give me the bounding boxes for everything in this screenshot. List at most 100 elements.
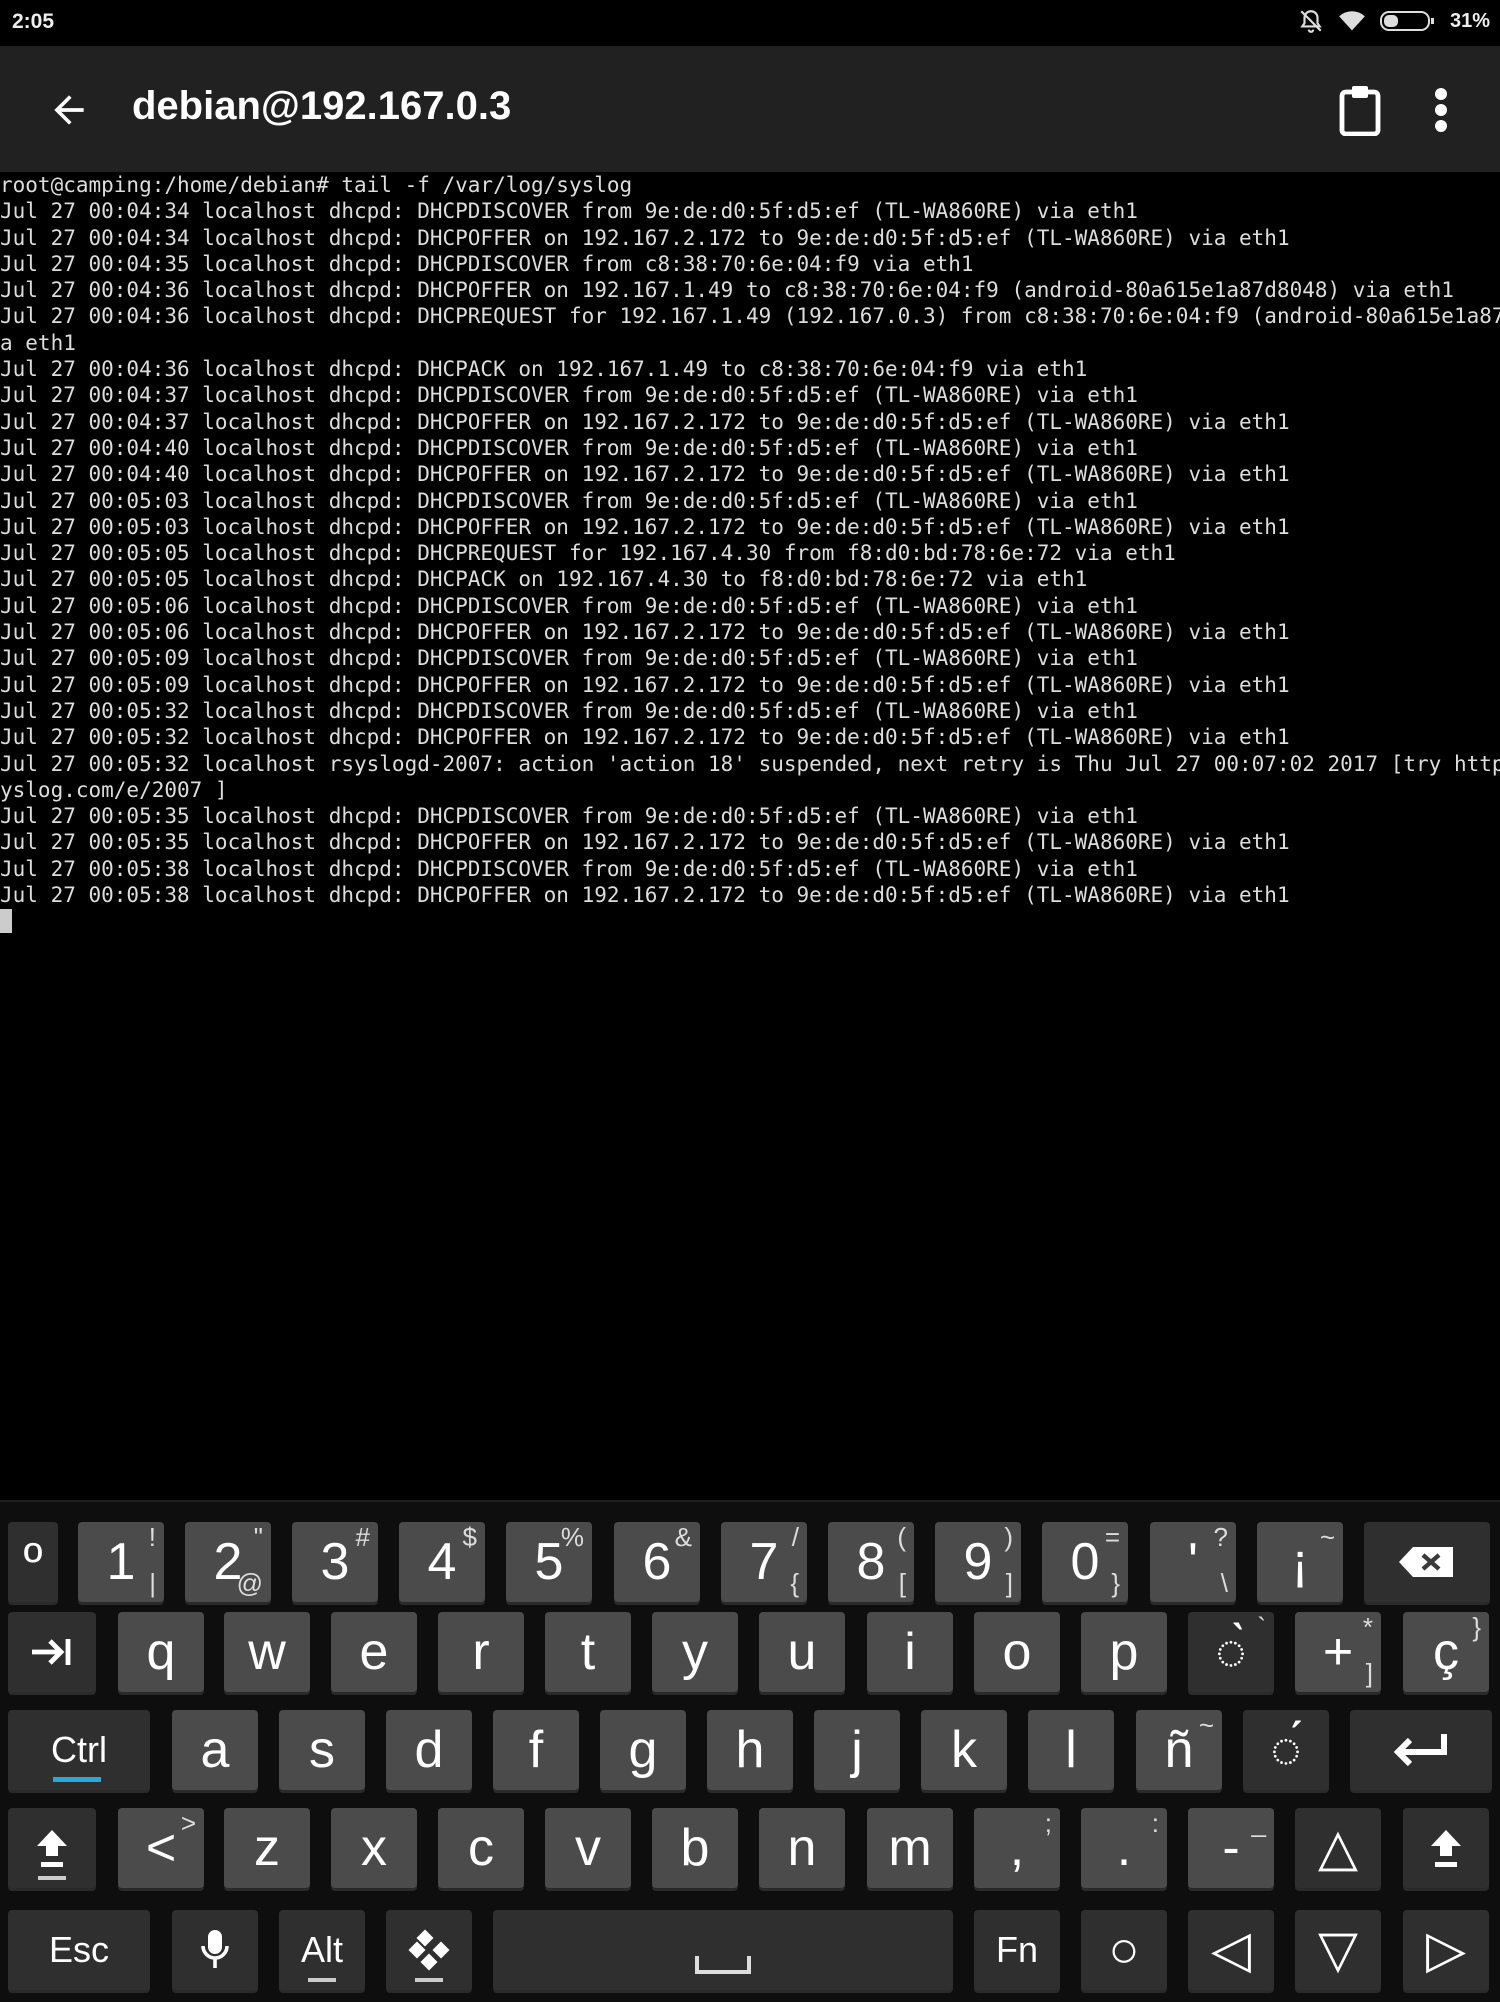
ctrl-indicator <box>53 1777 101 1782</box>
esc-key[interactable]: Esc <box>8 1910 150 1990</box>
key-5[interactable]: 5% <box>506 1522 592 1602</box>
arrow-up-key[interactable]: △ <box>1295 1808 1381 1888</box>
on-screen-keyboard: º 1! | 2 " @3 #4 $5% 6 & 7/{8([9)] 0 =} '? \ ¡ ~ q w e r t y u i… <box>0 1500 1500 2002</box>
key-o[interactable]: o <box>974 1612 1060 1692</box>
key-p[interactable]: p <box>1081 1612 1167 1692</box>
terminal-line: Jul 27 00:05:32 localhost dhcpd: DHCPDIS… <box>0 698 1138 723</box>
key-k[interactable]: k <box>921 1710 1007 1790</box>
key-e[interactable]: e <box>331 1612 417 1692</box>
key-label: ¡ <box>1291 1533 1309 1591</box>
key-label: k <box>951 1721 977 1779</box>
key-v[interactable]: v <box>545 1808 631 1888</box>
key-n-tilde[interactable]: ñ ~ <box>1136 1710 1222 1790</box>
key-9[interactable]: 9)] <box>935 1522 1021 1602</box>
backspace-key[interactable] <box>1364 1522 1490 1602</box>
key-c-cedilla[interactable]: ç} <box>1403 1612 1489 1692</box>
key-a[interactable]: a <box>172 1710 258 1790</box>
enter-key[interactable] <box>1350 1710 1492 1790</box>
key-0[interactable]: 0 =} <box>1042 1522 1128 1602</box>
key-u[interactable]: u <box>759 1612 845 1692</box>
key-3[interactable]: 3 # <box>292 1522 378 1602</box>
alt-key[interactable]: Alt <box>279 1910 365 1990</box>
arrow-down-key[interactable]: ▽ <box>1295 1910 1381 1990</box>
terminal-line: Jul 27 00:05:03 localhost dhcpd: DHCPDIS… <box>0 488 1138 513</box>
key-alt2-label: ] <box>1365 1658 1373 1688</box>
key-period[interactable]: .: <box>1081 1808 1167 1888</box>
key-alt-label: = <box>1104 1522 1120 1552</box>
key-alt-label: } <box>1472 1612 1481 1642</box>
ctrl-key[interactable]: Ctrl <box>8 1710 150 1790</box>
key-acute-accent[interactable]: ◌́ <box>1243 1710 1329 1790</box>
battery-icon <box>1379 11 1434 31</box>
key-6[interactable]: 6 & <box>614 1522 700 1602</box>
key-label: + <box>1322 1623 1354 1681</box>
terminal-output[interactable]: root@camping:/home/debian# tail -f /var/… <box>0 172 1500 1500</box>
terminal-line: Jul 27 00:05:35 localhost dhcpd: DHCPDIS… <box>0 804 1138 829</box>
key-b[interactable]: b <box>652 1808 738 1888</box>
key-inverted-exclamation[interactable]: ¡ ~ <box>1257 1522 1343 1602</box>
key-alt-label: ! <box>148 1522 156 1552</box>
clipboard-button[interactable] <box>1338 84 1382 137</box>
key-label: w <box>248 1623 286 1681</box>
key-f[interactable]: f <box>493 1710 579 1790</box>
key-w[interactable]: w <box>224 1612 310 1692</box>
shift-left-key[interactable] <box>8 1808 96 1888</box>
status-icons: 31% <box>1298 8 1490 34</box>
key-z[interactable]: z <box>224 1808 310 1888</box>
key-alt-label: ( <box>897 1522 906 1552</box>
terminal-line: Jul 27 00:04:37 localhost dhcpd: DHCPDIS… <box>0 383 1138 408</box>
key-plus[interactable]: + *] <box>1295 1612 1381 1692</box>
overflow-menu-button[interactable] <box>1430 86 1452 134</box>
tab-key[interactable] <box>8 1612 96 1692</box>
key-label: v <box>575 1819 601 1877</box>
arrow-left-key[interactable]: ◁ <box>1188 1910 1274 1990</box>
key-x[interactable]: x <box>331 1808 417 1888</box>
key-h[interactable]: h <box>707 1710 793 1790</box>
key-label: ▷ <box>1426 1921 1466 1979</box>
space-key[interactable] <box>493 1910 953 1990</box>
terminal-line: Jul 27 00:05:38 localhost dhcpd: DHCPDIS… <box>0 856 1138 881</box>
key-comma[interactable]: ,; <box>974 1808 1060 1888</box>
key-label: s <box>309 1721 335 1779</box>
key-1[interactable]: 1! | <box>78 1522 164 1602</box>
fn-key[interactable]: Fn <box>974 1910 1060 1990</box>
key-alt-label: # <box>355 1522 370 1552</box>
key-alt2-label: \ <box>1220 1568 1228 1598</box>
key-label: u <box>787 1623 817 1681</box>
key-minus[interactable]: - _ <box>1188 1808 1274 1888</box>
key-j[interactable]: j <box>814 1710 900 1790</box>
key-r[interactable]: r <box>438 1612 524 1692</box>
mic-key[interactable] <box>172 1910 258 1990</box>
key-q[interactable]: q <box>118 1612 204 1692</box>
key-n[interactable]: n <box>759 1808 845 1888</box>
home-key[interactable]: ○ <box>1081 1910 1167 1990</box>
terminal-line: Jul 27 00:05:09 localhost dhcpd: DHCPDIS… <box>0 646 1138 671</box>
shift-right-key[interactable] <box>1403 1808 1489 1888</box>
key-y[interactable]: y <box>652 1612 738 1692</box>
key-7[interactable]: 7 / { <box>721 1522 807 1602</box>
key-c[interactable]: c <box>438 1808 524 1888</box>
key-ordinal[interactable]: º <box>8 1522 58 1602</box>
key-s[interactable]: s <box>279 1710 365 1790</box>
key-4[interactable]: 4 $ <box>399 1522 485 1602</box>
key-label: r <box>472 1623 490 1681</box>
key-2[interactable]: 2 " @ <box>185 1522 271 1602</box>
bell-off-icon <box>1300 10 1322 33</box>
key-l[interactable]: l <box>1028 1710 1114 1790</box>
key-alt-label: ` <box>1257 1612 1266 1642</box>
key-m[interactable]: m <box>867 1808 953 1888</box>
key-label: a <box>200 1721 230 1779</box>
key-d[interactable]: d <box>386 1710 472 1790</box>
arrow-right-key[interactable]: ▷ <box>1403 1910 1489 1990</box>
symbols-key[interactable] <box>386 1910 472 1990</box>
key-grave-accent[interactable]: ◌̀ ` <box>1188 1612 1274 1692</box>
key-8[interactable]: 8 ([ <box>828 1522 914 1602</box>
key-alt-label: ) <box>1004 1522 1013 1552</box>
key-i[interactable]: i <box>867 1612 953 1692</box>
key-g[interactable]: g <box>600 1710 686 1790</box>
back-button[interactable] <box>44 88 94 132</box>
key-apostrophe[interactable]: '? \ <box>1150 1522 1236 1602</box>
key-t[interactable]: t <box>545 1612 631 1692</box>
key-alt-label: ~ <box>1319 1522 1335 1552</box>
key-less-than[interactable]: < > <box>118 1808 204 1888</box>
